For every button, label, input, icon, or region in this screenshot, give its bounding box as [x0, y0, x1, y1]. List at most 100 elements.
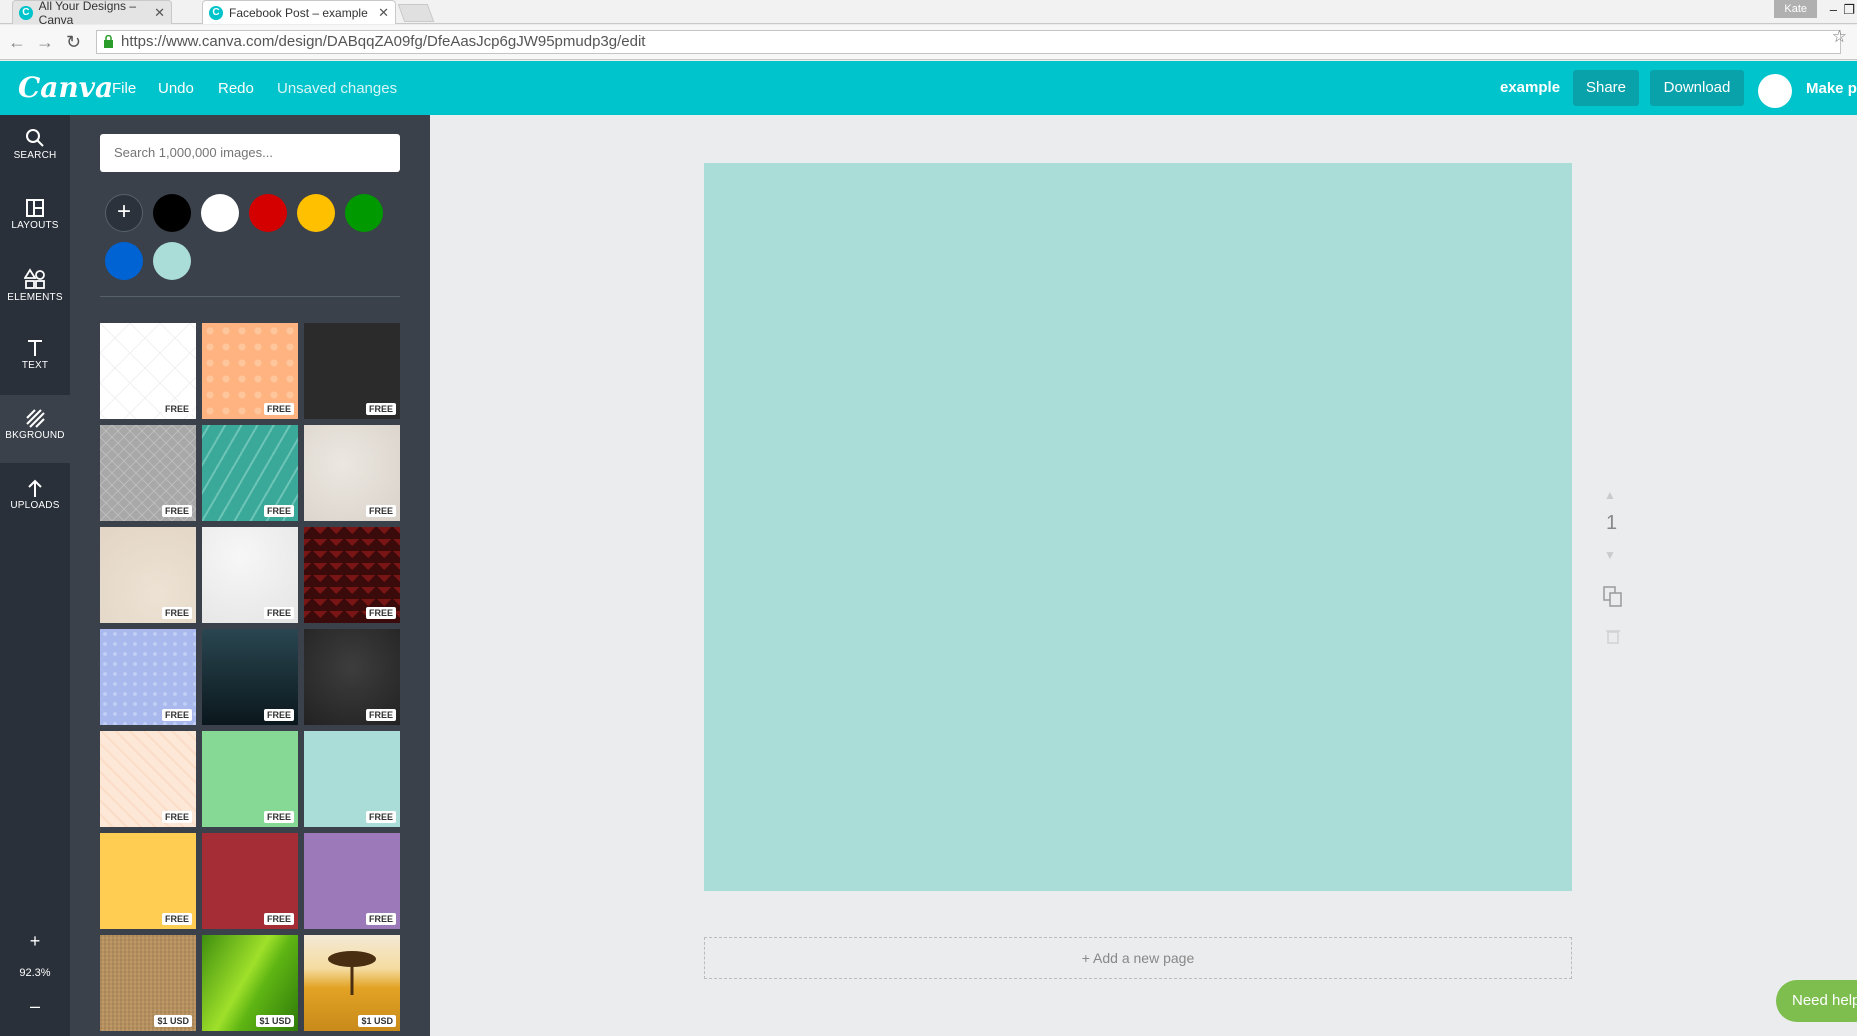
browser-address-bar: ← → ↻ https://www.canva.com/design/DABqq…: [0, 25, 1857, 60]
close-tab-icon[interactable]: ✕: [154, 5, 165, 21]
add-new-page-button[interactable]: + Add a new page: [704, 937, 1572, 979]
minimize-icon[interactable]: –: [1830, 2, 1837, 17]
forward-arrow-icon[interactable]: →: [36, 32, 54, 53]
price-tag: $1 USD: [256, 1015, 294, 1027]
background-thumbnail[interactable]: FREE: [202, 527, 298, 623]
price-tag: FREE: [161, 403, 192, 415]
panel-divider: [100, 296, 400, 297]
sidebar-item-label: TEXT: [21, 360, 49, 371]
undo-button[interactable]: Undo: [158, 80, 194, 97]
price-tag: FREE: [263, 505, 294, 517]
sidebar-item-text[interactable]: TEXT: [0, 325, 70, 393]
background-thumbnail[interactable]: FREE: [202, 629, 298, 725]
elements-icon: [24, 268, 45, 289]
background-thumbnail[interactable]: FREE: [100, 323, 196, 419]
background-thumbnail[interactable]: $1 USD: [100, 935, 196, 1031]
zoom-out-button[interactable]: –: [22, 993, 48, 1019]
price-tag: FREE: [263, 811, 294, 823]
sidebar-rail: SEARCH LAYOUTS ELEMENTS TEXT BKGROUND UP…: [0, 115, 70, 1036]
background-thumbnail[interactable]: FREE: [202, 425, 298, 521]
background-thumbnail[interactable]: FREE: [100, 527, 196, 623]
browser-user-badge[interactable]: Kate: [1774, 0, 1817, 18]
price-tag: FREE: [161, 913, 192, 925]
move-page-up-icon[interactable]: ▲: [1604, 488, 1616, 502]
sidebar-item-label: LAYOUTS: [11, 220, 59, 231]
tab-title: Facebook Post – example: [229, 5, 368, 20]
design-title[interactable]: example: [1500, 79, 1560, 96]
canva-logo[interactable]: Canva: [18, 71, 113, 104]
background-thumbnail[interactable]: FREE: [304, 731, 400, 827]
save-status: Unsaved changes: [277, 80, 398, 97]
restore-icon[interactable]: ❐: [1843, 2, 1855, 18]
price-tag: FREE: [365, 403, 396, 415]
new-tab-button[interactable]: [397, 4, 435, 22]
redo-button[interactable]: Redo: [218, 80, 254, 97]
reload-icon[interactable]: ↻: [66, 32, 81, 53]
background-thumbnail[interactable]: FREE: [100, 629, 196, 725]
price-tag: FREE: [365, 505, 396, 517]
price-tag: FREE: [263, 403, 294, 415]
price-tag: FREE: [161, 811, 192, 823]
background-thumbnail[interactable]: FREE: [100, 731, 196, 827]
background-thumbnail[interactable]: FREE: [100, 833, 196, 929]
background-icon: [26, 409, 45, 428]
lock-icon: [104, 35, 113, 48]
back-arrow-icon[interactable]: ←: [8, 32, 26, 53]
sidebar-item-search[interactable]: SEARCH: [0, 115, 70, 183]
duplicate-page-icon[interactable]: [1603, 586, 1623, 608]
move-page-down-icon[interactable]: ▼: [1604, 548, 1616, 562]
background-thumbnail[interactable]: FREE: [304, 629, 400, 725]
file-menu[interactable]: File: [112, 80, 136, 97]
background-thumbnail[interactable]: $1 USD: [304, 935, 400, 1031]
sidebar-item-background[interactable]: BKGROUND: [0, 395, 70, 463]
make-public-label: Make pu: [1806, 80, 1857, 97]
color-swatch[interactable]: [297, 194, 335, 232]
page-number: 1: [1606, 512, 1618, 534]
color-swatch[interactable]: [153, 194, 191, 232]
sidebar-item-elements[interactable]: ELEMENTS: [0, 255, 70, 323]
background-thumbnail[interactable]: FREE: [304, 833, 400, 929]
download-button[interactable]: Download: [1650, 70, 1744, 106]
color-swatch[interactable]: [249, 194, 287, 232]
background-panel: + FREE FREE FREE FREE FREE FREE FREE FRE…: [70, 115, 430, 1036]
delete-page-icon[interactable]: [1606, 628, 1620, 644]
url-text: https://www.canva.com/design/DABqqZA09fg…: [121, 33, 646, 50]
price-tag: FREE: [365, 607, 396, 619]
background-thumbnail[interactable]: FREE: [202, 833, 298, 929]
zoom-in-button[interactable]: +: [22, 928, 48, 954]
make-public-toggle[interactable]: [1758, 74, 1792, 108]
background-thumbnail[interactable]: $1 USD: [202, 935, 298, 1031]
share-button[interactable]: Share: [1573, 70, 1639, 106]
editor-header: Canva File Undo Redo Unsaved changes exa…: [0, 61, 1857, 115]
background-thumbnail[interactable]: FREE: [304, 425, 400, 521]
background-thumbnail[interactable]: FREE: [202, 323, 298, 419]
background-thumbnail[interactable]: FREE: [304, 527, 400, 623]
background-thumbnail[interactable]: FREE: [100, 425, 196, 521]
sidebar-item-label: SEARCH: [13, 150, 57, 161]
close-tab-icon[interactable]: ✕: [378, 5, 389, 21]
color-swatch[interactable]: [153, 242, 191, 280]
text-icon: [28, 340, 42, 356]
background-thumbnail[interactable]: FREE: [202, 731, 298, 827]
color-swatch[interactable]: [201, 194, 239, 232]
price-tag: FREE: [161, 607, 192, 619]
url-field[interactable]: https://www.canva.com/design/DABqqZA09fg…: [96, 30, 1841, 54]
color-swatch[interactable]: [105, 242, 143, 280]
sidebar-item-uploads[interactable]: UPLOADS: [0, 465, 70, 533]
price-tag: FREE: [365, 709, 396, 721]
design-page[interactable]: [704, 163, 1572, 891]
price-tag: $1 USD: [154, 1015, 192, 1027]
browser-tab-all-designs[interactable]: C All Your Designs – Canva ✕: [12, 0, 172, 27]
help-button[interactable]: Need help: [1776, 980, 1857, 1022]
sidebar-item-layouts[interactable]: LAYOUTS: [0, 185, 70, 253]
upload-icon: [28, 479, 42, 497]
zoom-level: 92.3%: [19, 967, 51, 979]
color-swatch[interactable]: [345, 194, 383, 232]
price-tag: FREE: [263, 709, 294, 721]
background-thumbnail[interactable]: FREE: [304, 323, 400, 419]
image-search-input[interactable]: [100, 134, 400, 172]
add-color-button[interactable]: +: [105, 194, 143, 232]
bookmark-star-icon[interactable]: ☆: [1832, 27, 1847, 47]
sidebar-item-label: UPLOADS: [10, 500, 60, 511]
browser-tab-facebook-post[interactable]: C Facebook Post – example ✕: [202, 0, 396, 24]
